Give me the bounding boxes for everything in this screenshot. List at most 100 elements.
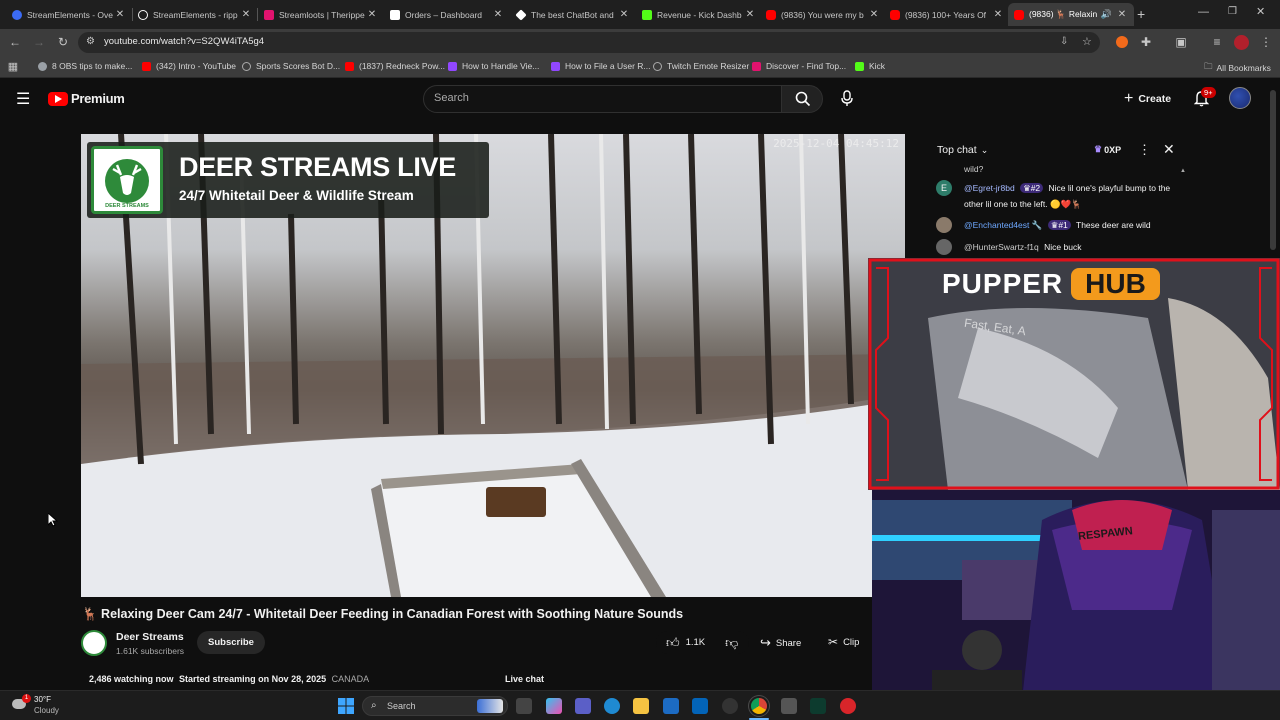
location-tag[interactable]: CANADA [332,674,370,684]
chat-mode-dropdown[interactable]: Top chat ⌄ [937,144,988,156]
bookmark-item[interactable]: Sports Scores Bot D... [242,61,340,71]
taskbar-search[interactable]: ⌕ Search [362,696,508,716]
youtube-header: ☰ Premium Search + Create 9+ [0,81,1280,117]
share-button[interactable]: ↪ Share [760,635,801,651]
close-tab-icon[interactable]: ✕ [240,9,252,20]
bookmark-favicon-icon [855,61,864,71]
app-icon[interactable] [781,698,797,714]
tab-search-icon[interactable]: ≡ [1210,35,1224,49]
close-tab-icon[interactable]: ✕ [114,9,126,20]
bookmark-item[interactable]: Twitch Emote Resizer [653,61,749,71]
close-window-button[interactable]: ✕ [1256,5,1265,18]
apps-grid-icon[interactable]: ▦ [6,60,20,74]
notifications-button[interactable]: 9+ [1193,87,1216,112]
subscribe-button[interactable]: Subscribe [197,631,265,654]
page-scrollbar[interactable] [1270,90,1276,250]
close-tab-icon[interactable]: ✕ [1116,9,1128,20]
bookmark-item[interactable]: Kick [855,61,885,71]
youtube-logo[interactable]: Premium [48,91,125,106]
browser-tab[interactable]: (9836) You were my b ✕ [760,3,886,26]
outlook-icon[interactable] [692,698,708,714]
video-title: 🦌 Relaxing Deer Cam 24/7 - Whitetail Dee… [82,607,684,621]
install-app-icon[interactable]: ⇩ [1060,36,1068,47]
browser-tab[interactable]: The best ChatBot and ✕ [510,3,636,26]
tab-title: Revenue - Kick Dashb [657,9,742,20]
browser-tab[interactable]: Orders – Dashboard ✕ [384,3,510,26]
back-icon[interactable]: ← [8,35,22,49]
bookmark-item[interactable]: Discover - Find Top... [752,61,846,71]
browser-tab-active[interactable]: (9836) 🦌 Relaxin 🔊 ✕ [1008,3,1134,26]
bookmark-item[interactable]: How to File a User R... [551,61,651,71]
new-tab-button[interactable]: + [1137,6,1145,22]
close-tab-icon[interactable]: ✕ [868,9,880,20]
chat-username[interactable]: @Egret-jr8bd [964,183,1015,193]
avatar [936,239,952,255]
close-tab-icon[interactable]: ✕ [744,9,756,20]
notification-badge: 9+ [1201,87,1216,98]
scroll-up-icon[interactable]: ▲ [1180,168,1186,174]
like-button[interactable]: 👍︎ 1.1K [656,635,705,651]
start-button[interactable] [338,698,354,714]
chrome-icon[interactable] [751,698,767,714]
bookmark-star-icon[interactable]: ☆ [1082,35,1092,48]
weather-widget[interactable]: 1 30°F Cloudy [8,694,88,718]
like-dislike-group: 👍︎ 1.1K 👎︎ [656,631,749,654]
close-chat-icon[interactable]: ✕ [1163,141,1175,158]
forward-icon[interactable]: → [32,35,46,49]
weather-alert-badge: 1 [22,694,31,703]
reload-icon[interactable]: ↻ [56,35,70,49]
bookmark-item[interactable]: How to Handle Vie... [448,61,539,71]
channel-avatar[interactable] [81,630,107,656]
chat-username[interactable]: @Enchanted4est [964,220,1029,230]
browser-tab[interactable]: Streamloots | Therippe ✕ [258,3,384,26]
copilot-icon[interactable] [546,698,562,714]
speaker-icon[interactable]: 🔊 [1101,9,1112,20]
browser-tab[interactable]: (9836) 100+ Years Of ✕ [884,3,1010,26]
search-button[interactable] [781,85,823,113]
chat-username[interactable]: @HunterSwartz-f1q [964,242,1039,252]
live-chat-label: Live chat [505,674,545,684]
close-tab-icon[interactable]: ✕ [492,9,504,20]
file-explorer-icon[interactable] [633,698,649,714]
site-info-icon[interactable]: ⚙ [86,36,95,47]
weather-description: Cloudy [34,706,59,715]
dislike-button[interactable]: 👎︎ [725,635,738,651]
close-tab-icon[interactable]: ✕ [992,9,1004,20]
extension-icon[interactable] [1116,36,1128,48]
browser-tab[interactable]: Revenue - Kick Dashb ✕ [636,3,762,26]
side-panel-icon[interactable]: ▣ [1174,35,1188,49]
teams-icon[interactable] [575,698,591,714]
chat-more-icon[interactable]: ⋮ [1138,142,1151,158]
bookmark-item[interactable]: (342) Intro - YouTube [142,61,236,71]
channel-name[interactable]: Deer Streams [116,631,184,643]
edge-icon[interactable] [604,698,620,714]
restore-button[interactable]: ❐ [1228,6,1237,17]
app-icon-red[interactable] [840,698,856,714]
bookmark-item[interactable]: (1837) Redneck Pow... [345,61,445,71]
voice-search-button[interactable] [840,90,854,112]
task-view-icon[interactable] [516,698,532,714]
bookmark-item[interactable]: 8 OBS tips to make... [38,61,132,71]
minimize-button[interactable]: — [1198,6,1209,18]
close-tab-icon[interactable]: ✕ [618,9,630,20]
obs-icon[interactable] [722,698,738,714]
search-input[interactable]: Search [423,85,782,113]
terminal-icon[interactable] [810,698,826,714]
all-bookmarks[interactable]: 🗀 All Bookmarks [1204,61,1271,75]
create-button[interactable]: + Create [1124,90,1171,108]
extensions-puzzle-icon[interactable]: ✚ [1139,35,1153,49]
tab-title: StreamElements - Ove [27,9,113,20]
profile-avatar[interactable] [1234,35,1249,50]
clip-button[interactable]: ✂ Clip [828,635,859,649]
chrome-menu-icon[interactable]: ⋮ [1259,35,1273,49]
browser-tab[interactable]: StreamElements - ripp ✕ [132,3,258,26]
address-bar[interactable]: ⚙ youtube.com/watch?v=S2QW4iTA5g4 ⇩ ☆ [78,32,1100,53]
avatar[interactable] [1229,87,1251,109]
browser-tab[interactable]: StreamElements - Ove ✕ [6,3,132,26]
store-icon[interactable] [663,698,679,714]
xp-indicator[interactable]: ♛ 0XP [1094,144,1121,155]
hamburger-menu-icon[interactable]: ☰ [16,89,30,109]
close-tab-icon[interactable]: ✕ [366,9,378,20]
video-player[interactable]: DEER STREAMS DEER STREAMS LIVE 24/7 Whit… [81,134,905,597]
crown-icon: ♛ [1023,183,1031,193]
